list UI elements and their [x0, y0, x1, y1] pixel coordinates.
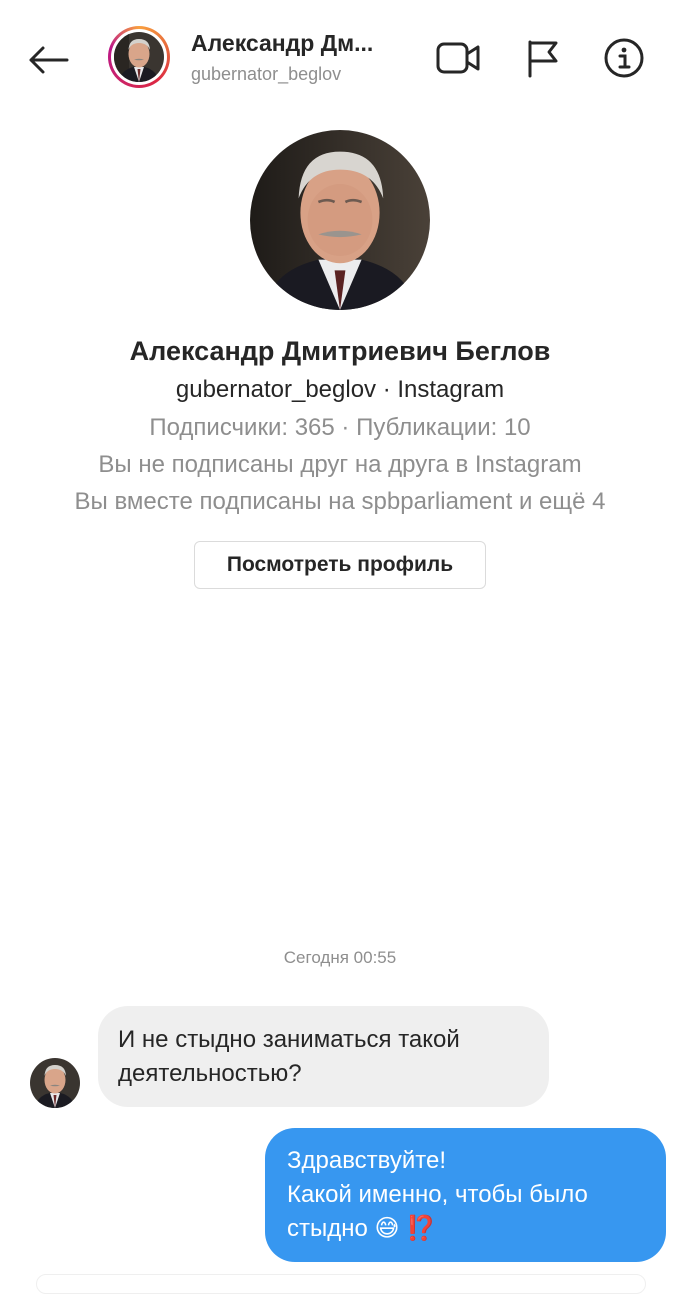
video-call-button[interactable] — [434, 34, 482, 82]
message-composer[interactable] — [36, 1274, 646, 1294]
avatar — [114, 32, 164, 82]
avatar — [30, 1058, 80, 1108]
profile-handle: gubernator_beglov · Instagram — [175, 376, 505, 403]
video-call-icon — [436, 42, 480, 74]
report-button[interactable] — [518, 34, 566, 82]
chat-header: Александр Дм... gubernator_beglov — [0, 0, 680, 120]
outgoing-message[interactable]: Здравствуйте! Какой именно, чтобы было с… — [265, 1128, 666, 1262]
incoming-message[interactable]: И не стыдно заниматься такой деятельност… — [98, 1006, 549, 1107]
header-username[interactable]: gubernator_beglov — [191, 64, 341, 85]
message-text-line: деятельностью? — [118, 1060, 302, 1087]
incoming-avatar[interactable] — [30, 1058, 80, 1108]
info-button[interactable] — [600, 34, 648, 82]
follow-status: Вы не подписаны друг на друга в Instagra… — [98, 451, 582, 478]
profile-stats: Подписчики: 365 · Публикации: 10 — [149, 414, 531, 441]
mutual-followers: Вы вместе подписаны на spbparliament и е… — [74, 488, 606, 515]
profile-avatar[interactable] — [250, 130, 430, 310]
flag-icon — [528, 40, 558, 78]
message-text-line: Какой именно, чтобы было — [287, 1181, 588, 1208]
arrow-left-icon — [29, 46, 69, 74]
header-avatar[interactable] — [108, 26, 170, 88]
info-icon — [604, 38, 644, 78]
view-profile-button[interactable]: Посмотреть профиль — [194, 541, 486, 589]
message-text-line: Здравствуйте! — [287, 1147, 447, 1174]
back-button[interactable] — [24, 38, 72, 82]
profile-full-name: Александр Дмитриевич Беглов — [129, 336, 551, 366]
avatar — [250, 130, 430, 310]
message-text-line: И не стыдно заниматься такой — [118, 1026, 460, 1053]
message-timestamp: Сегодня 00:55 — [283, 948, 397, 967]
header-name[interactable]: Александр Дм... — [191, 30, 373, 57]
message-text-line: стыдно 😅 ⁉️ — [287, 1215, 437, 1242]
